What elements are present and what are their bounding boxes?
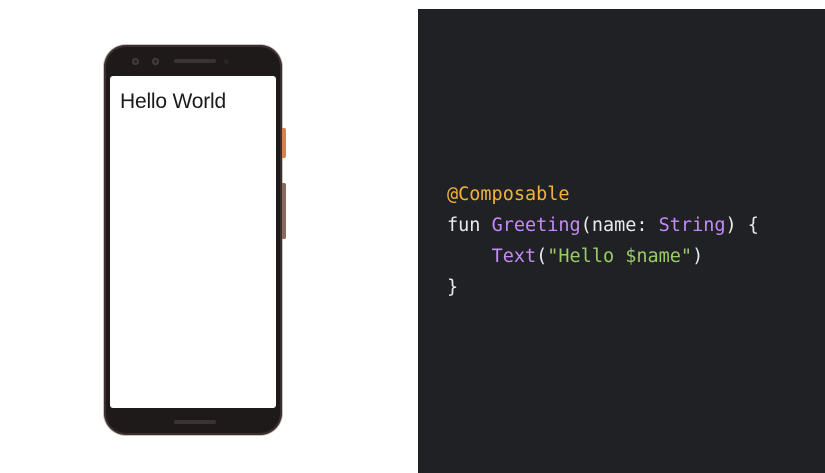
function-name-token: Greeting bbox=[491, 215, 581, 236]
front-camera-icon bbox=[132, 58, 139, 65]
phone-screen: Hello World bbox=[110, 76, 276, 408]
punctuation-token: : bbox=[636, 215, 659, 236]
front-camera-icon bbox=[152, 58, 159, 65]
keyword-token: fun bbox=[447, 215, 481, 236]
volume-rocker bbox=[282, 183, 286, 239]
bottom-speaker bbox=[174, 420, 216, 424]
type-token: String bbox=[658, 215, 726, 236]
punctuation-token: ( bbox=[536, 246, 548, 267]
punctuation-token: } bbox=[447, 277, 459, 298]
code-block: @Composable fun Greeting(name: String) { … bbox=[447, 179, 759, 303]
indent-token bbox=[447, 246, 492, 267]
punctuation-token: ( bbox=[580, 215, 592, 236]
preview-panel: Hello World bbox=[0, 0, 418, 473]
annotation-token: @Composable bbox=[447, 184, 570, 205]
punctuation-token: ) bbox=[692, 246, 704, 267]
code-line-body: Text("Hello $name") bbox=[447, 241, 759, 272]
phone-device-frame: Hello World bbox=[104, 45, 282, 435]
power-button bbox=[282, 128, 286, 158]
code-line-annotation: @Composable bbox=[447, 179, 759, 210]
greeting-text: Hello World bbox=[120, 90, 226, 113]
code-line-signature: fun Greeting(name: String) { bbox=[447, 210, 759, 241]
earpiece-speaker bbox=[174, 59, 216, 63]
call-name-token: Text bbox=[491, 246, 537, 267]
string-token: "Hello $name" bbox=[547, 246, 693, 267]
proximity-sensor bbox=[224, 59, 229, 64]
param-name-token: name bbox=[591, 215, 637, 236]
code-panel: @Composable fun Greeting(name: String) { … bbox=[418, 9, 825, 473]
punctuation-token: ) { bbox=[725, 215, 759, 236]
code-line-close: } bbox=[447, 272, 759, 303]
